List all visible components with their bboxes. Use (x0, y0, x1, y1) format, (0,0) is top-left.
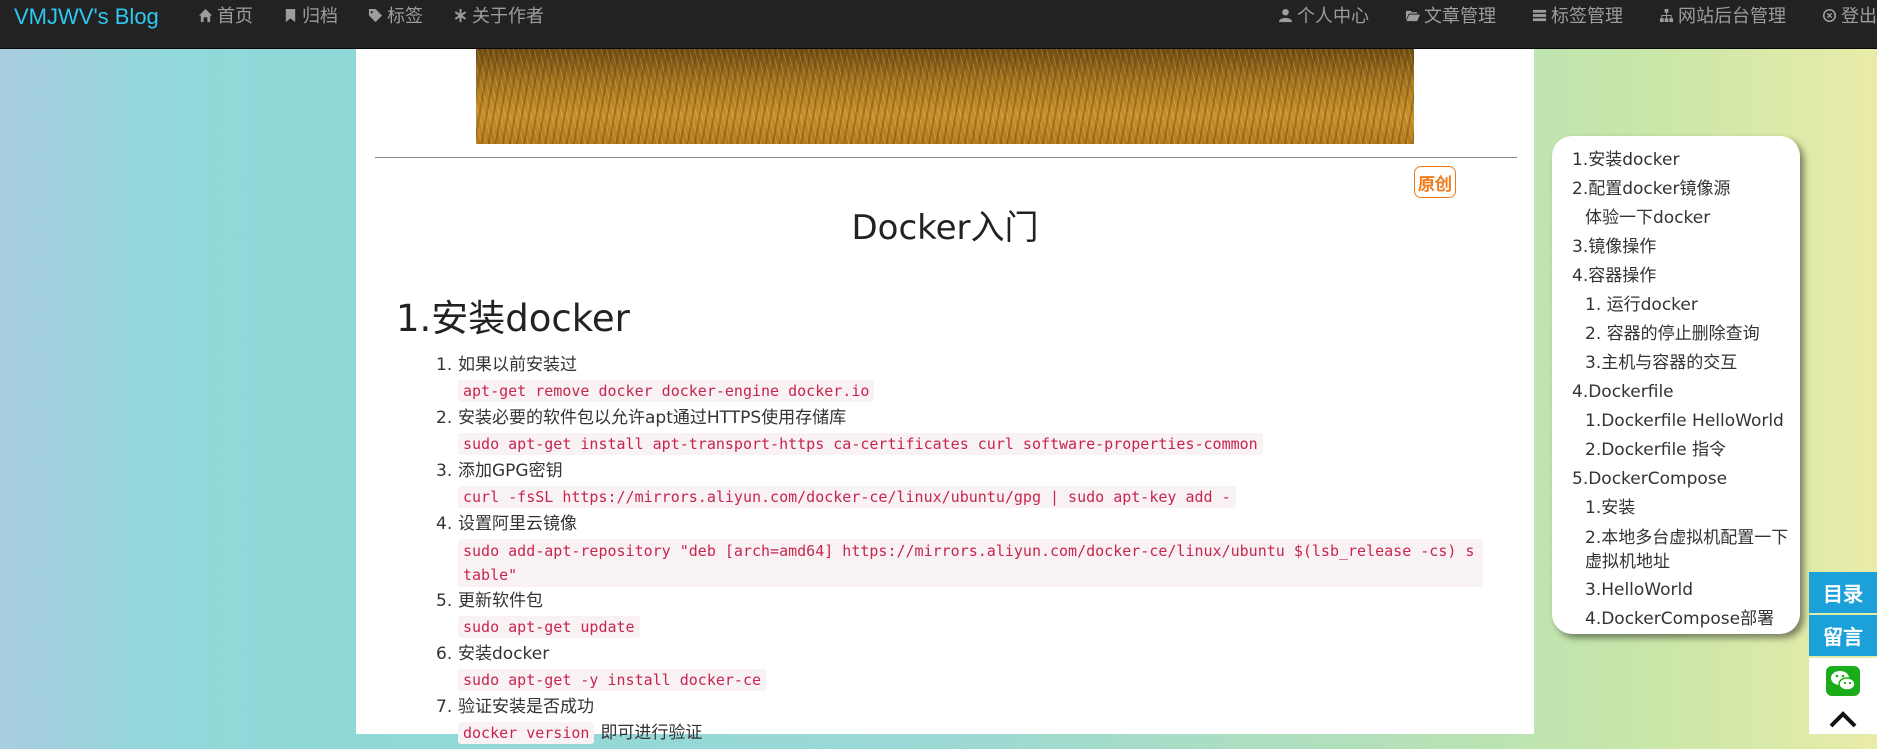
list-item: 3. 添加GPG密钥 curl -fsSL https://mirrors.ali… (436, 460, 1526, 511)
toc-item[interactable]: 4.容器操作 (1572, 262, 1800, 291)
nav-article-admin[interactable]: 文章管理 (1405, 2, 1496, 28)
toc-item[interactable]: 5.DockerCompose (1572, 465, 1800, 494)
toc-item[interactable]: 2.配置docker镜像源 (1572, 175, 1800, 204)
step-text: 更新软件包 (458, 591, 543, 611)
install-steps-list: 1. 如果以前安装过 apt-get remove docker docker-e… (436, 354, 1526, 749)
article-container: 原创 Docker入门 1.安装docker 1. 如果以前安装过 apt-get… (356, 48, 1534, 744)
nav-right: 个人中心 文章管理 标签管理 网站后台管理 登出 (1242, 0, 1877, 30)
divider (375, 157, 1517, 158)
step-text: 添加GPG密钥 (458, 461, 563, 481)
step-text: 安装必要的软件包以允许apt通过HTTPS使用存储库 (458, 408, 847, 428)
list-item: 2. 安装必要的软件包以允许apt通过HTTPS使用存储库 sudo apt-ge… (436, 407, 1526, 458)
code-snippet: sudo apt-get update (458, 616, 640, 638)
toc-toggle-button[interactable]: 目录 (1809, 572, 1877, 613)
list-item: 1. 如果以前安装过 apt-get remove docker docker-e… (436, 354, 1526, 405)
nav-article-admin-label: 文章管理 (1424, 6, 1496, 27)
code-snippet: sudo apt-get install apt-transport-https… (458, 433, 1263, 455)
bookmark-icon (285, 8, 296, 22)
nav-logout-label: 登出 (1841, 6, 1877, 27)
step-after-text: 即可进行验证 (600, 723, 703, 743)
nav-archive-label: 归档 (302, 6, 338, 27)
toc-item[interactable]: 1.安装 (1572, 494, 1800, 523)
nav-archive[interactable]: 归档 (283, 2, 338, 28)
toc-list: 1.安装docker 2.配置docker镜像源 体验一下docker 3.镜像… (1552, 136, 1800, 634)
code-snippet: apt-get remove docker docker-engine dock… (458, 380, 875, 402)
nav-home-label: 首页 (217, 6, 253, 27)
nav-about[interactable]: 关于作者 (453, 2, 544, 28)
toc-item[interactable]: 2. 容器的停止删除查询 (1572, 320, 1800, 349)
nav-about-label: 关于作者 (472, 6, 544, 27)
sitemap-icon (1659, 8, 1674, 22)
code-snippet: docker version (458, 722, 595, 744)
nav-tag-admin-label: 标签管理 (1551, 6, 1623, 27)
logout-icon (1822, 8, 1837, 22)
toc-item[interactable]: 2.本地多台虚拟机配置一下虚拟机地址 (1572, 523, 1800, 576)
nav-tags[interactable]: 标签 (368, 2, 423, 28)
code-snippet: curl -fsSL https://mirrors.aliyun.com/do… (458, 486, 1236, 508)
cover-image (476, 48, 1414, 144)
nav-profile[interactable]: 个人中心 (1278, 2, 1369, 28)
step-text: 验证安装是否成功 (458, 697, 594, 717)
step-text: 安装docker (458, 644, 550, 664)
nav-site-admin[interactable]: 网站后台管理 (1659, 2, 1786, 28)
article-title: Docker入门 (851, 208, 1039, 248)
nav-tag-admin[interactable]: 标签管理 (1532, 2, 1623, 28)
top-navbar: VMJWV's Blog 首页 归档 标签 关于作者 个人中心 文章管理 标签管… (0, 0, 1877, 49)
original-badge: 原创 (1414, 166, 1456, 198)
tag-icon (368, 8, 383, 22)
step-number: 4. (436, 514, 453, 534)
brand-link[interactable]: VMJWV's Blog (14, 4, 159, 30)
nav-tags-label: 标签 (387, 6, 423, 27)
toc-item[interactable]: 1.Dockerfile HelloWorld (1572, 407, 1800, 436)
chevron-up-icon (1829, 711, 1857, 728)
nav-profile-label: 个人中心 (1297, 6, 1369, 27)
toc-item[interactable]: 体验一下docker (1572, 204, 1800, 233)
toc-item[interactable]: 1. 运行docker (1572, 291, 1800, 320)
list-item: 6. 安装docker sudo apt-get -y install docke… (436, 643, 1526, 694)
code-snippet: sudo apt-get -y install docker-ce (458, 669, 767, 691)
list-item: 7. 验证安装是否成功 docker version 即可进行验证 (436, 696, 1526, 747)
user-icon (1278, 8, 1293, 22)
step-number: 1. (436, 355, 453, 375)
nav-home[interactable]: 首页 (198, 2, 253, 28)
toc-panel: 1.安装docker 2.配置docker镜像源 体验一下docker 3.镜像… (1552, 136, 1800, 634)
nav-left: 首页 归档 标签 关于作者 (198, 0, 574, 30)
home-icon (198, 8, 213, 22)
toc-item[interactable]: 3.镜像操作 (1572, 233, 1800, 262)
list-item: 4. 设置阿里云镜像 sudo add-apt-repository "deb [… (436, 513, 1526, 587)
toc-item[interactable]: 1.安装docker (1572, 146, 1800, 175)
wechat-button[interactable] (1809, 658, 1877, 704)
comment-button[interactable]: 留言 (1809, 615, 1877, 656)
code-snippet: sudo add-apt-repository "deb [arch=amd64… (458, 539, 1483, 587)
wechat-icon (1826, 666, 1860, 696)
asterisk-icon (454, 8, 467, 22)
toc-item[interactable]: 3.HelloWorld (1572, 576, 1800, 605)
step-number: 6. (436, 644, 453, 664)
step-number: 7. (436, 697, 453, 717)
folder-open-icon (1405, 10, 1420, 21)
step-text: 设置阿里云镜像 (458, 514, 577, 534)
toc-item[interactable]: 3.主机与容器的交互 (1572, 349, 1800, 378)
toc-item[interactable]: 4.DockerCompose部署 (1572, 605, 1800, 634)
toc-item[interactable]: 4.Dockerfile (1572, 378, 1800, 407)
step-number: 2. (436, 408, 453, 428)
step-text: 如果以前安装过 (458, 355, 577, 375)
step-number: 5. (436, 591, 453, 611)
section-heading: 1.安装docker (396, 297, 630, 340)
list-icon (1532, 9, 1547, 21)
list-item: 5. 更新软件包 sudo apt-get update (436, 590, 1526, 641)
step-number: 3. (436, 461, 453, 481)
back-to-top-button[interactable] (1809, 704, 1877, 734)
nav-site-admin-label: 网站后台管理 (1678, 6, 1786, 27)
nav-logout[interactable]: 登出 (1822, 2, 1877, 28)
toc-item[interactable]: 2.Dockerfile 指令 (1572, 436, 1800, 465)
